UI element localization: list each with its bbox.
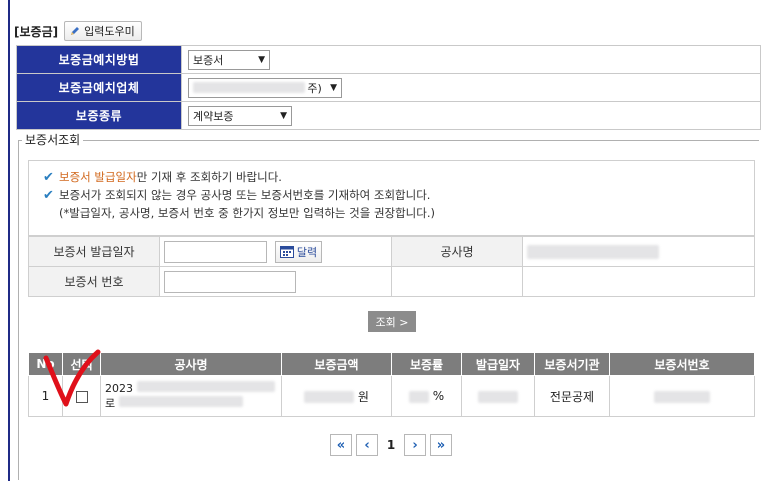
type-label: 보증종류	[16, 101, 182, 130]
method-row: 보증금예치방법 보증서 ▼	[16, 45, 761, 74]
notice-line-2: ✔ 보증서가 조회되지 않는 경우 공사명 또는 보증서번호를 기재하여 조회합…	[43, 186, 754, 204]
row-amount-unit: 원	[357, 389, 369, 404]
notice-line-2-text: 보증서가 조회되지 않는 경우 공사명 또는 보증서번호를 기재하여 조회합니다…	[59, 188, 431, 202]
project-name-cell	[522, 236, 755, 267]
empty-cell	[522, 266, 755, 297]
col-rate: 보증률	[391, 352, 462, 376]
col-institution: 보증서기관	[534, 352, 610, 376]
row-institution: 전문공제	[534, 375, 610, 417]
row-rate: %	[391, 375, 462, 417]
type-cell: 계약보증 ▼	[181, 101, 761, 130]
notice-box: ✔ 보증서 발급일자 만 기재 후 조회하기 바랍니다. ✔ 보증서가 조회되지…	[28, 160, 755, 236]
row-project-line-1: 2023	[105, 381, 277, 396]
notice-line-1: ✔ 보증서 발급일자 만 기재 후 조회하기 바랍니다.	[43, 168, 754, 186]
lookup-legend: 보증서조회	[22, 131, 84, 148]
results-table: No 선택 공사명 보증금액 보증률 발급일자 보증서기관 보증서번호 1 20…	[28, 352, 755, 417]
left-border-line	[8, 0, 10, 481]
input-helper-label: 입력도우미	[84, 25, 135, 38]
check-icon: ✔	[43, 187, 54, 203]
prev-page-button[interactable]: ‹	[356, 434, 378, 456]
calendar-button[interactable]: 달력	[274, 240, 323, 263]
col-project-name: 공사명	[100, 352, 282, 376]
col-bond-number: 보증서번호	[609, 352, 755, 376]
method-cell: 보증서 ▼	[181, 45, 761, 74]
col-issue-date: 발급일자	[461, 352, 535, 376]
current-page[interactable]: 1	[382, 438, 400, 452]
company-row: 보증금예치업체 주) ▼	[16, 73, 761, 102]
row-project-prefix-2: 로	[105, 397, 116, 410]
row-rate-redacted	[408, 390, 429, 403]
row-amount-redacted	[304, 391, 355, 403]
row-project-line-2: 로	[105, 396, 277, 411]
issue-date-cell: 달력	[159, 236, 392, 267]
notice-line-3: (*발급일자, 공사명, 보증서 번호 중 한가지 정보만 입력하는 것을 권장…	[43, 204, 754, 222]
project-name-label: 공사명	[391, 236, 523, 267]
company-select-suffix: 주)	[307, 81, 322, 95]
company-select[interactable]: 주) ▼	[188, 77, 342, 98]
row-rate-unit: %	[432, 389, 445, 403]
results-header-row: No 선택 공사명 보증금액 보증률 발급일자 보증서기관 보증서번호	[28, 352, 755, 376]
type-row: 보증종류 계약보증 ▼	[16, 101, 761, 130]
red-checkmark-annotation	[43, 349, 101, 407]
chevron-down-icon: ▼	[258, 54, 265, 65]
calendar-button-label: 달력	[296, 245, 318, 259]
company-label: 보증금예치업체	[16, 73, 182, 102]
row-project-prefix-1: 2023	[105, 382, 133, 395]
method-select[interactable]: 보증서 ▼	[188, 49, 270, 70]
company-cell: 주) ▼	[181, 73, 761, 102]
method-label: 보증금예치방법	[16, 45, 182, 74]
row-issue-date-redacted	[478, 390, 518, 403]
check-icon: ✔	[43, 169, 54, 185]
input-helper-button[interactable]: 입력도우미	[64, 21, 142, 41]
bond-number-label: 보증서 번호	[28, 266, 160, 297]
method-select-value: 보증서	[193, 53, 224, 67]
section-header: [보증금] 입력도우미	[14, 20, 142, 42]
search-row-2: 보증서 번호	[28, 266, 755, 297]
company-name-redacted	[193, 82, 305, 93]
row-project-redacted-2	[118, 396, 243, 407]
calendar-icon	[279, 245, 294, 258]
table-row[interactable]: 1 2023 로 원 % 전문공제	[28, 375, 755, 417]
deposit-form-table: 보증금예치방법 보증서 ▼ 보증금예치업체 주) ▼ 보증종류 계약보증 ▼	[16, 45, 761, 130]
empty-cell	[391, 266, 523, 297]
next-page-button[interactable]: ›	[404, 434, 426, 456]
chevron-down-icon: ▼	[330, 82, 337, 93]
search-button[interactable]: 조회 >	[368, 311, 416, 332]
notice-line-1-text: 만 기재 후 조회하기 바랍니다.	[136, 170, 282, 184]
pencil-icon	[71, 27, 80, 35]
search-row-1: 보증서 발급일자 달력 공사명	[28, 236, 755, 267]
row-project-redacted-1	[136, 381, 275, 392]
bond-number-cell	[159, 266, 392, 297]
type-select-value: 계약보증	[193, 109, 234, 123]
section-title: [보증금]	[14, 24, 59, 39]
bond-number-input[interactable]	[164, 270, 296, 293]
notice-line-3-text: (*발급일자, 공사명, 보증서 번호 중 한가지 정보만 입력하는 것을 권장…	[59, 206, 435, 220]
issue-date-label: 보증서 발급일자	[28, 236, 160, 267]
row-bond-number-redacted	[654, 390, 710, 403]
first-page-button[interactable]: «	[330, 434, 352, 456]
last-page-button[interactable]: »	[430, 434, 452, 456]
type-select[interactable]: 계약보증 ▼	[188, 105, 292, 126]
row-project-name: 2023 로	[100, 375, 282, 417]
pagination: « ‹ 1 › »	[330, 434, 456, 456]
row-issue-date	[461, 375, 535, 417]
project-name-input-redacted[interactable]	[527, 244, 659, 259]
search-form-table: 보증서 발급일자 달력 공사명 보증서 번호	[28, 236, 755, 297]
issue-date-input[interactable]	[164, 240, 267, 263]
row-bond-number	[609, 375, 755, 417]
col-amount: 보증금액	[281, 352, 392, 376]
chevron-down-icon: ▼	[280, 110, 287, 121]
row-amount: 원	[281, 375, 392, 417]
notice-highlight: 보증서 발급일자	[59, 170, 137, 184]
